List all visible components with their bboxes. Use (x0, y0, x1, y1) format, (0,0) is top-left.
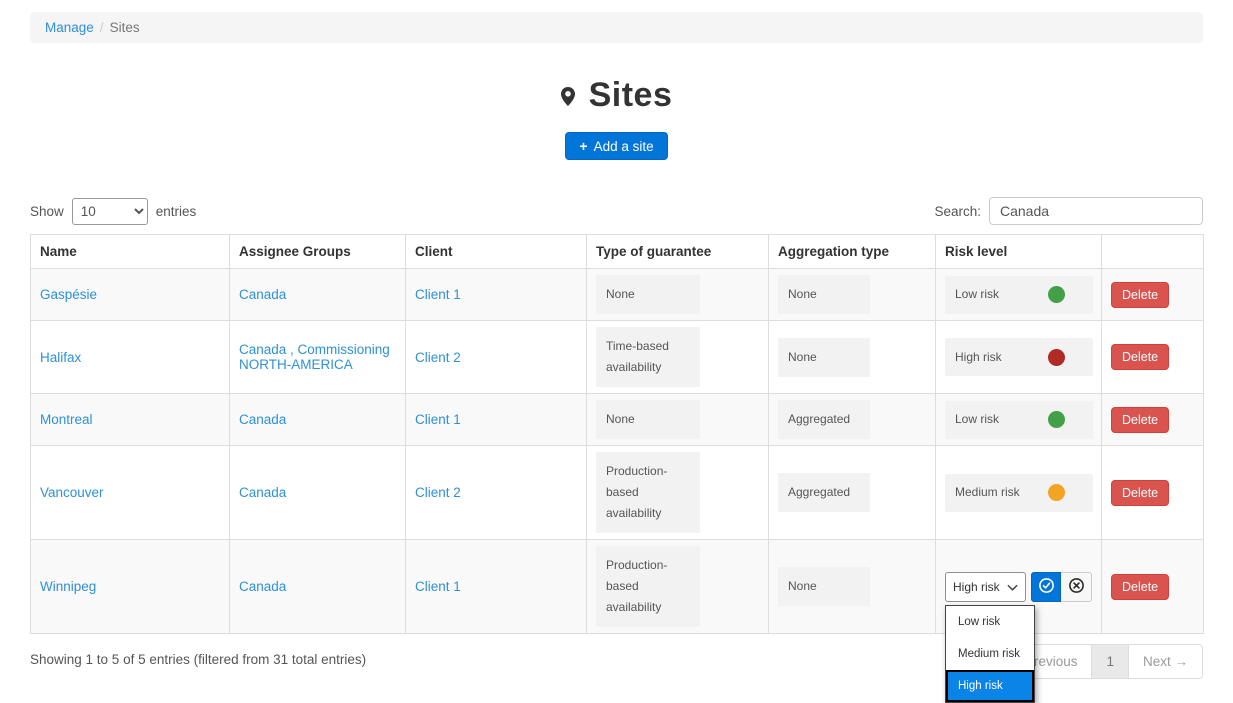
risk-options-dropdown: Low risk Medium risk High risk (945, 605, 1035, 703)
delete-button[interactable]: Delete (1111, 574, 1169, 600)
guarantee-value: None (596, 400, 700, 439)
breadcrumb-current: Sites (110, 20, 140, 35)
header-client[interactable]: Client (406, 235, 587, 269)
sites-table: Name Assignee Groups Client Type of guar… (30, 234, 1204, 634)
delete-button[interactable]: Delete (1111, 407, 1169, 433)
risk-label: Medium risk (955, 482, 1020, 503)
guarantee-value: Production-based availability (596, 546, 700, 627)
header-assignee-groups[interactable]: Assignee Groups (230, 235, 406, 269)
page-title: Sites (561, 76, 673, 115)
site-name-link[interactable]: Gaspésie (40, 287, 97, 302)
confirm-risk-button[interactable] (1031, 572, 1062, 602)
site-name-link[interactable]: Halifax (40, 350, 81, 365)
search-label: Search: (934, 204, 981, 219)
add-site-button[interactable]: + Add a site (565, 132, 667, 160)
delete-button[interactable]: Delete (1111, 344, 1169, 370)
table-row-halifax: Halifax Canada , Commissioning NORTH-AME… (31, 321, 1204, 394)
risk-label: Low risk (955, 284, 999, 305)
aggregation-value: None (778, 567, 870, 606)
risk-select-value: High risk (953, 580, 1000, 594)
risk-select[interactable]: High risk (945, 572, 1026, 602)
guarantee-value: Production-based availability (596, 452, 700, 533)
assignee-groups-link[interactable]: Canada , Commissioning NORTH-AMERICA (239, 342, 390, 372)
entries-summary: Showing 1 to 5 of 5 entries (filtered fr… (30, 644, 366, 667)
table-row-montreal: Montreal Canada Client 1 None Aggregated… (31, 394, 1204, 446)
risk-option-low[interactable]: Low risk (946, 606, 1034, 638)
search-input[interactable] (989, 197, 1203, 225)
header-aggregation[interactable]: Aggregation type (769, 235, 936, 269)
client-link[interactable]: Client 1 (415, 412, 461, 427)
risk-level-field[interactable]: Low risk (945, 276, 1093, 314)
cancel-risk-button[interactable] (1061, 572, 1092, 602)
assignee-groups-link[interactable]: Canada (239, 579, 286, 594)
risk-indicator-dot (1048, 286, 1065, 303)
page-title-text: Sites (589, 76, 673, 115)
table-row-vancouver: Vancouver Canada Client 2 Production-bas… (31, 446, 1204, 540)
guarantee-value: None (596, 275, 700, 314)
aggregation-value: Aggregated (778, 400, 870, 439)
risk-label: Low risk (955, 409, 999, 430)
table-row-winnipeg: Winnipeg Canada Client 1 Production-base… (31, 540, 1204, 634)
breadcrumb-separator: / (100, 20, 104, 35)
guarantee-value: Time-based availability (596, 327, 700, 387)
page-size-select[interactable]: 10 (72, 198, 148, 225)
header-guarantee[interactable]: Type of guarantee (587, 235, 769, 269)
pagination-page-1[interactable]: 1 (1091, 644, 1129, 679)
client-link[interactable]: Client 2 (415, 485, 461, 500)
table-header-row: Name Assignee Groups Client Type of guar… (31, 235, 1204, 269)
client-link[interactable]: Client 1 (415, 579, 461, 594)
risk-indicator-dot (1048, 349, 1065, 366)
delete-button[interactable]: Delete (1111, 480, 1169, 506)
assignee-groups-link[interactable]: Canada (239, 412, 286, 427)
site-name-link[interactable]: Winnipeg (40, 579, 96, 594)
pagination-next[interactable]: Next → (1128, 644, 1203, 679)
check-circle-icon (1038, 577, 1055, 597)
client-link[interactable]: Client 1 (415, 287, 461, 302)
show-label: Show (30, 204, 64, 219)
risk-label: High risk (955, 347, 1002, 368)
site-name-link[interactable]: Vancouver (40, 485, 104, 500)
risk-level-field[interactable]: Low risk (945, 401, 1093, 439)
assignee-groups-link[interactable]: Canada (239, 485, 286, 500)
breadcrumb: Manage / Sites (30, 12, 1203, 43)
risk-level-field[interactable]: High risk (945, 338, 1093, 376)
header-actions (1102, 235, 1204, 269)
risk-editor: High risk (945, 572, 1092, 602)
risk-option-medium[interactable]: Medium risk (946, 638, 1034, 670)
header-name[interactable]: Name (31, 235, 230, 269)
client-link[interactable]: Client 2 (415, 350, 461, 365)
site-name-link[interactable]: Montreal (40, 412, 93, 427)
chevron-down-icon (1007, 580, 1018, 594)
add-site-button-label: Add a site (594, 139, 654, 154)
aggregation-value: Aggregated (778, 473, 870, 512)
risk-option-high[interactable]: High risk (946, 670, 1034, 702)
plus-icon: + (579, 138, 587, 154)
table-row-gaspesie: Gaspésie Canada Client 1 None None Low r… (31, 269, 1204, 321)
breadcrumb-manage-link[interactable]: Manage (45, 20, 94, 35)
aggregation-value: None (778, 275, 870, 314)
times-circle-icon (1068, 577, 1085, 597)
risk-indicator-dot (1048, 411, 1065, 428)
assignee-groups-link[interactable]: Canada (239, 287, 286, 302)
entries-label: entries (156, 204, 197, 219)
aggregation-value: None (778, 338, 870, 377)
risk-indicator-dot (1048, 484, 1065, 501)
delete-button[interactable]: Delete (1111, 282, 1169, 308)
map-marker-icon (561, 76, 575, 115)
risk-level-field[interactable]: Medium risk (945, 474, 1093, 512)
header-risk[interactable]: Risk level (936, 235, 1102, 269)
